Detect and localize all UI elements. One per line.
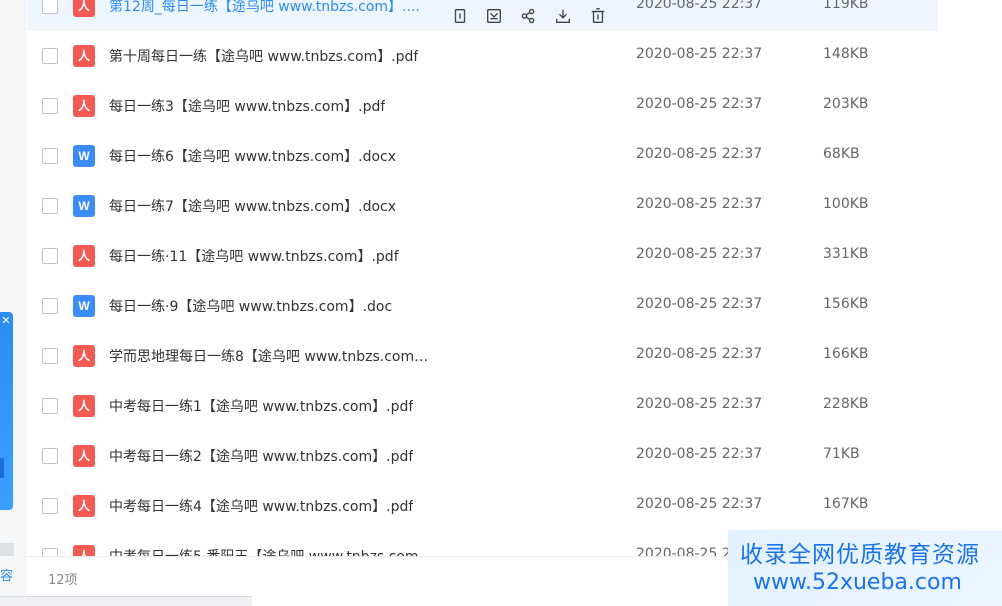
floating-side-panel[interactable] [0,312,13,510]
file-row[interactable]: W 每日一练6【途乌吧 www.tnbzs.com】.docx 2020-08-25… [27,131,938,181]
file-list: 人第12周_每日一练【途乌吧 www.tnbzs.com】.... 2020-08… [27,0,938,556]
file-name[interactable]: 每日一练·11【途乌吧 www.tnbzs.com】.pdf [109,246,399,266]
file-row[interactable]: 人学而思地理每日一练8【途乌吧 www.tnbzs.com】.pdf 2020-0… [27,331,938,381]
watermark-banner: 收录全网优质教育资源 www.52xueba.com [728,530,1002,606]
file-row[interactable]: 人第十周每日一练【途乌吧 www.tnbzs.com】.pdf 2020-08-2… [27,31,938,81]
file-size: 156KB [823,296,869,312]
row-checkbox[interactable] [42,398,58,414]
file-name[interactable]: 第12周_每日一练【途乌吧 www.tnbzs.com】.... [109,0,420,16]
download-icon[interactable] [552,5,574,27]
side-panel-marker [0,458,4,478]
file-name[interactable]: 第十周每日一练【途乌吧 www.tnbzs.com】.pdf [109,46,418,66]
file-row[interactable]: 人中考每日一练2【途乌吧 www.tnbzs.com】.pdf 2020-08-2… [27,431,938,481]
item-count: 12项 [48,573,78,588]
word-file-icon: W [73,145,95,167]
file-size: 148KB [823,46,869,62]
side-panel-label: 容 [0,569,14,584]
file-date: 2020-08-25 22:37 [636,396,763,412]
file-name[interactable]: 中考每日一练4【途乌吧 www.tnbzs.com】.pdf [109,496,413,516]
file-name[interactable]: 每日一练·9【途乌吧 www.tnbzs.com】.doc [109,296,392,316]
pdf-file-icon: 人 [73,45,95,67]
pdf-file-icon: 人 [73,545,95,556]
file-size: 203KB [823,96,869,112]
file-name[interactable]: 中考每日一练2【途乌吧 www.tnbzs.com】.pdf [109,446,413,466]
file-date: 2020-08-25 22:37 [636,96,763,112]
row-checkbox[interactable] [42,448,58,464]
preview-icon[interactable] [483,5,505,27]
file-date: 2020-08-25 22:37 [636,246,763,262]
pdf-file-icon: 人 [73,445,95,467]
file-row[interactable]: W 每日一练·9【途乌吧 www.tnbzs.com】.doc 2020-08-25… [27,281,938,331]
file-name[interactable]: 每日一练6【途乌吧 www.tnbzs.com】.docx [109,146,396,166]
file-size: 68KB [823,146,860,162]
file-name[interactable]: 每日一练7【途乌吧 www.tnbzs.com】.docx [109,196,396,216]
pdf-file-icon: 人 [73,395,95,417]
file-date: 2020-08-25 22:37 [636,0,763,12]
file-date: 2020-08-25 2 [636,546,731,556]
file-name[interactable]: 每日一练3【途乌吧 www.tnbzs.com】.pdf [109,96,385,116]
file-size: 71KB [823,446,860,462]
row-action-toolbar [449,5,619,29]
row-checkbox[interactable] [42,48,58,64]
file-size: 331KB [823,246,869,262]
file-size: 100KB [823,196,869,212]
side-scroll-block [0,543,14,556]
file-name[interactable]: 中考每日一练5 悉阳王【途乌吧 www.tnbzs.com】.pdf [109,546,439,556]
row-checkbox[interactable] [42,148,58,164]
link-icon[interactable] [517,5,539,27]
file-date: 2020-08-25 22:37 [636,46,763,62]
file-date: 2020-08-25 22:37 [636,146,763,162]
file-row[interactable]: 人中考每日一练4【途乌吧 www.tnbzs.com】.pdf 2020-08-2… [27,481,938,531]
file-date: 2020-08-25 22:37 [636,346,763,362]
watermark-line-2: www.52xueba.com [753,570,962,595]
file-row[interactable]: 人中考每日一练1【途乌吧 www.tnbzs.com】.pdf 2020-08-2… [27,381,938,431]
file-row[interactable]: 人第12周_每日一练【途乌吧 www.tnbzs.com】.... 2020-08… [27,0,938,31]
row-checkbox[interactable] [42,98,58,114]
row-checkbox[interactable] [42,198,58,214]
delete-icon[interactable] [587,5,609,27]
pdf-file-icon: 人 [73,245,95,267]
file-size: 167KB [823,496,869,512]
row-checkbox[interactable] [42,298,58,314]
pdf-file-icon: 人 [73,345,95,367]
file-row[interactable]: 人每日一练·11【途乌吧 www.tnbzs.com】.pdf 2020-08-2… [27,231,938,281]
file-date: 2020-08-25 22:37 [636,196,763,212]
pdf-file-icon: 人 [73,95,95,117]
row-checkbox[interactable] [42,0,58,14]
file-date: 2020-08-25 22:37 [636,446,763,462]
row-checkbox[interactable] [42,548,58,556]
left-edge-strip [0,0,26,606]
file-size: 119KB [823,0,869,12]
file-size: 228KB [823,396,869,412]
pdf-file-icon: 人 [73,495,95,517]
row-checkbox[interactable] [42,348,58,364]
bottom-taskbar [0,596,252,606]
file-date: 2020-08-25 22:37 [636,496,763,512]
file-row[interactable]: 人每日一练3【途乌吧 www.tnbzs.com】.pdf 2020-08-25 … [27,81,938,131]
row-checkbox[interactable] [42,248,58,264]
close-icon[interactable]: ✕ [0,313,12,329]
file-name[interactable]: 中考每日一练1【途乌吧 www.tnbzs.com】.pdf [109,396,413,416]
row-checkbox[interactable] [42,498,58,514]
file-name[interactable]: 学而思地理每日一练8【途乌吧 www.tnbzs.com】.pdf [109,346,439,366]
file-row[interactable]: W 每日一练7【途乌吧 www.tnbzs.com】.docx 2020-08-25… [27,181,938,231]
file-date: 2020-08-25 22:37 [636,296,763,312]
pdf-file-icon: 人 [73,0,95,17]
file-size: 166KB [823,346,869,362]
word-file-icon: W [73,195,95,217]
watermark-line-1: 收录全网优质教育资源 [740,542,980,568]
share-icon[interactable] [449,5,471,27]
word-file-icon: W [73,295,95,317]
